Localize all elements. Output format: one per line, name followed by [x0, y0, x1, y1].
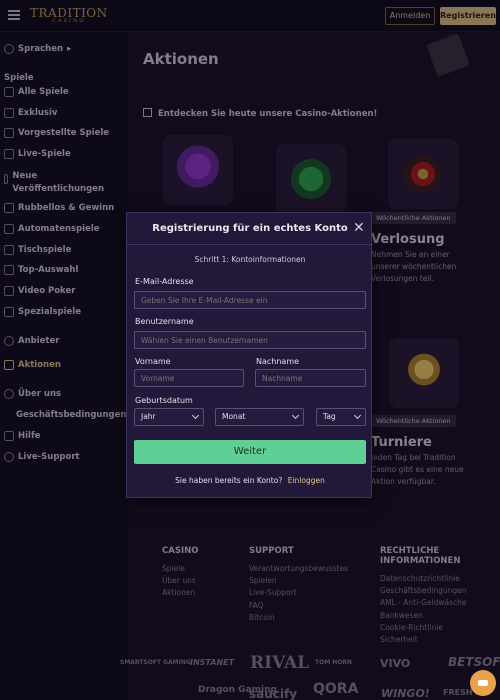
login-prompt-text: Sie haben bereits ein Konto?: [175, 476, 283, 485]
day-select-value: Tag: [323, 412, 336, 421]
username-label: Benutzername: [135, 317, 194, 326]
login-prompt: Sie haben bereits ein Konto? Einloggen: [127, 476, 373, 485]
login-link[interactable]: Einloggen: [288, 476, 325, 485]
chevron-down-icon: [291, 411, 300, 420]
month-select-value: Monat: [222, 412, 246, 421]
step-indicator: Schritt 1: Kontoinformationen: [194, 255, 306, 264]
email-field[interactable]: [134, 291, 366, 309]
lastname-field[interactable]: [255, 369, 366, 387]
modal-title: Registrierung für ein echtes Konto: [152, 223, 348, 234]
year-select-value: Jahr: [141, 412, 156, 421]
email-label: E-Mail-Adresse: [135, 277, 194, 286]
year-select[interactable]: Jahr: [134, 408, 204, 426]
next-button[interactable]: Weiter: [134, 440, 366, 464]
close-icon[interactable]: ✕: [353, 221, 365, 235]
day-select[interactable]: Tag: [316, 408, 366, 426]
chat-bubble-icon[interactable]: [470, 670, 496, 696]
chevron-down-icon: [353, 411, 362, 420]
lastname-label: Nachname: [256, 357, 300, 366]
firstname-label: Vorname: [135, 357, 171, 366]
month-select[interactable]: Monat: [215, 408, 304, 426]
chevron-down-icon: [191, 411, 200, 420]
username-field[interactable]: [134, 331, 366, 349]
modal-header: Registrierung für ein echtes Konto ✕: [127, 213, 373, 245]
firstname-field[interactable]: [134, 369, 244, 387]
birthdate-label: Geburtsdatum: [135, 396, 193, 405]
registration-modal: Registrierung für ein echtes Konto ✕ Sch…: [126, 212, 373, 498]
